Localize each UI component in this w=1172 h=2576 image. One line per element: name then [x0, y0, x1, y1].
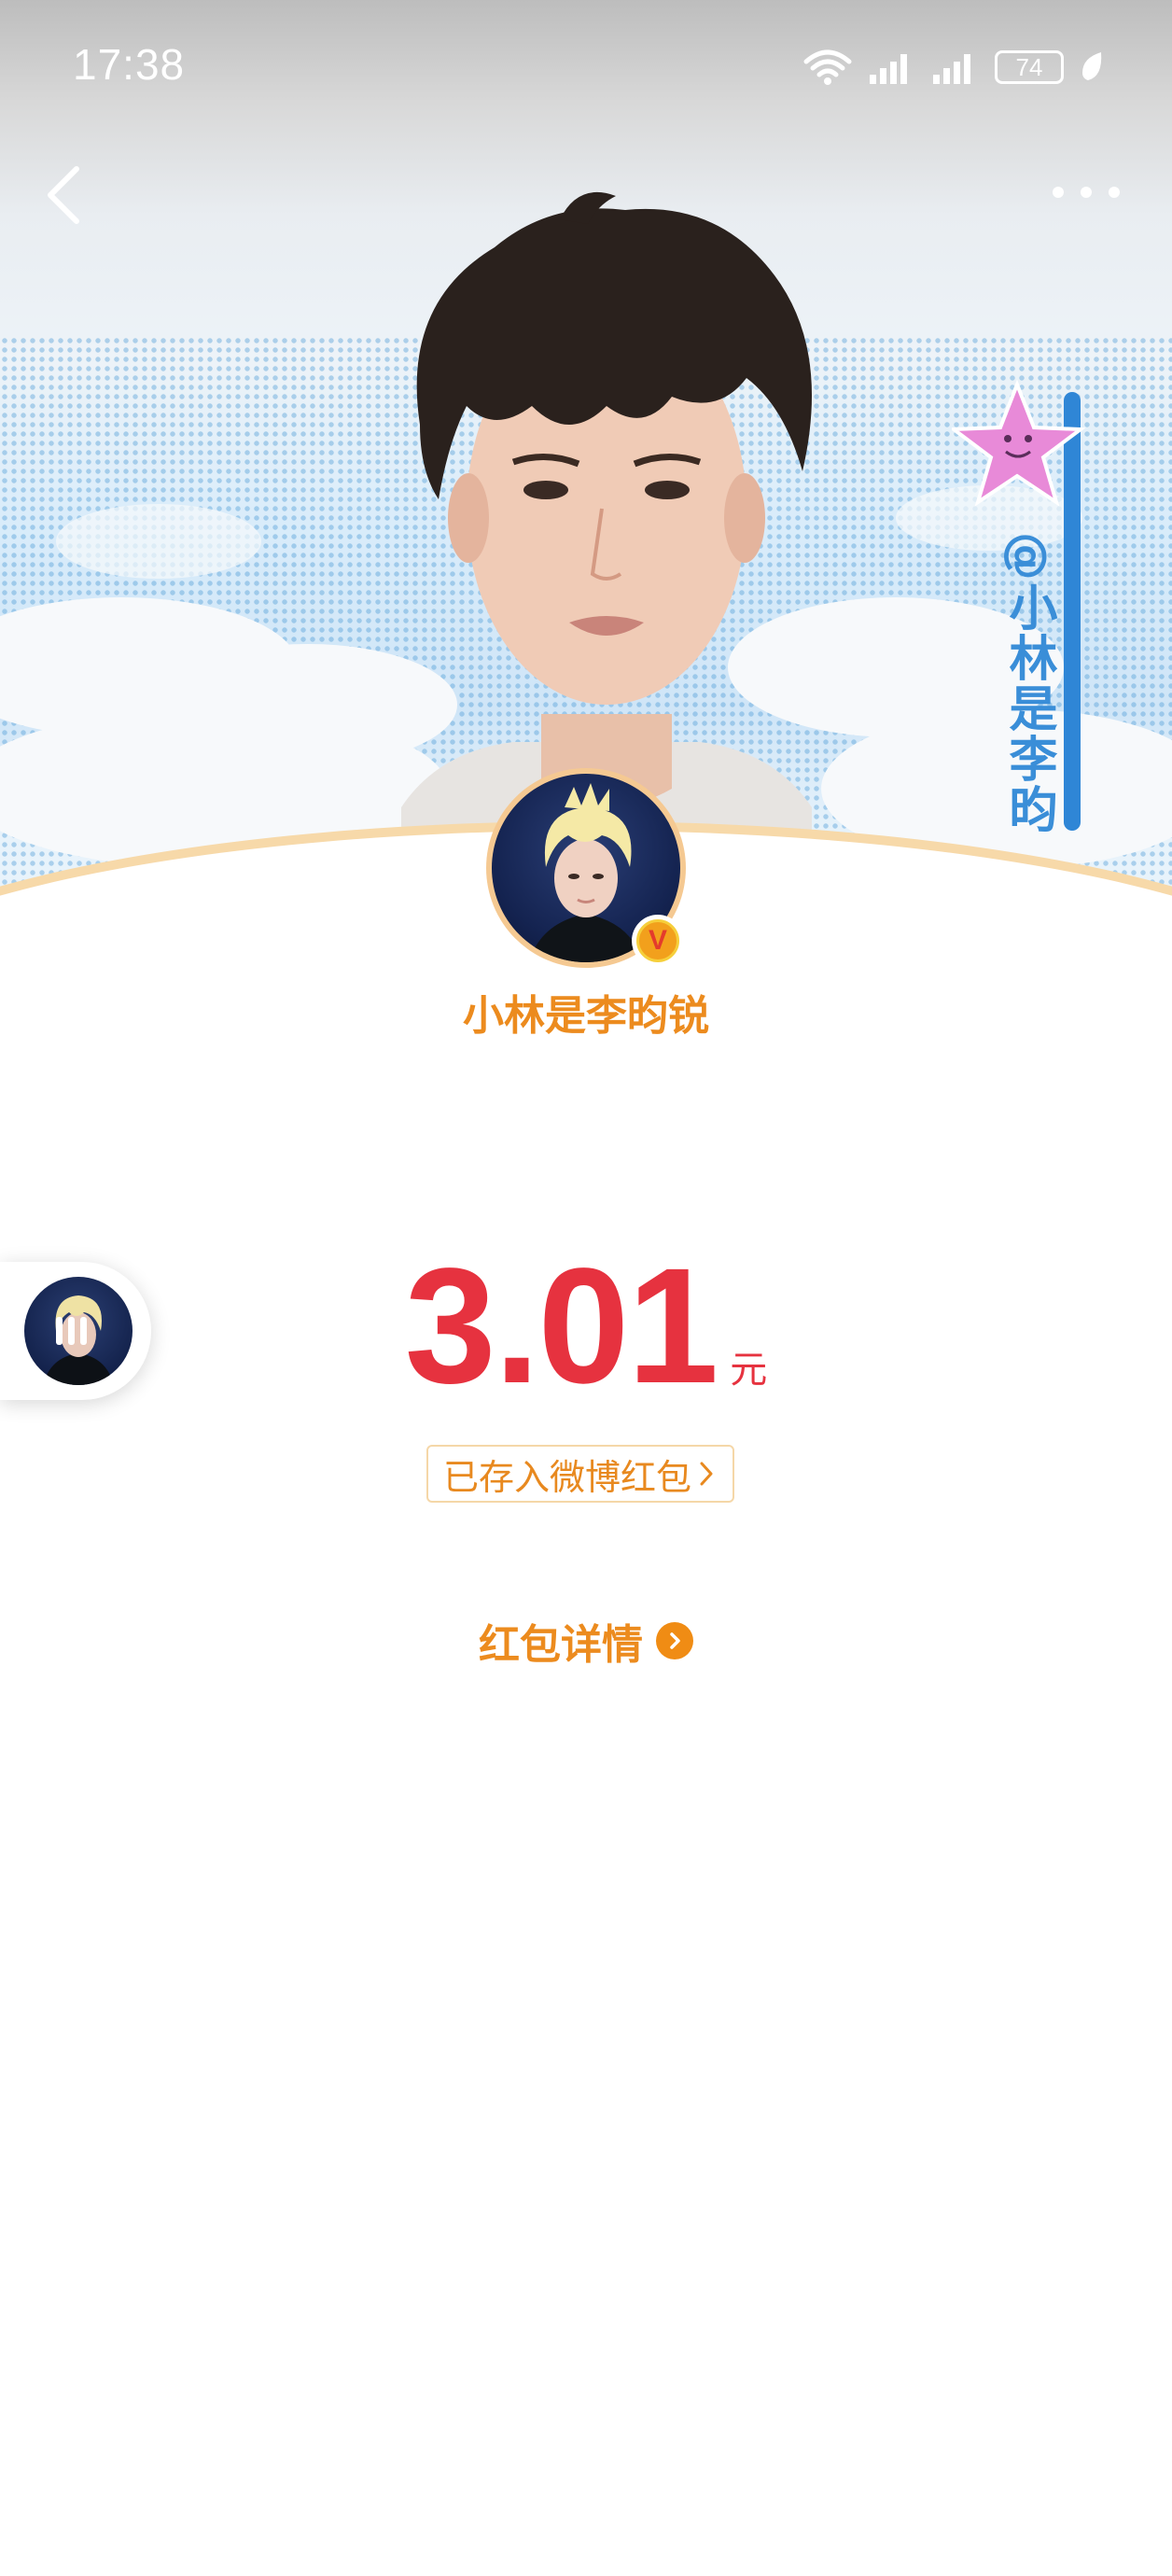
sender-name[interactable]: 小林是李昀锐: [0, 982, 1172, 1042]
red-packet-detail-link[interactable]: 红包详情: [0, 1611, 1172, 1671]
verified-badge: V: [632, 915, 684, 967]
back-icon[interactable]: [41, 163, 86, 227]
sticker-handle-text: @小林是李昀: [1000, 532, 1056, 834]
status-bar: 17:38 74: [0, 0, 1172, 131]
signal-icon: [933, 54, 970, 84]
more-dots-icon[interactable]: [1049, 179, 1123, 205]
status-time: 17:38: [73, 40, 186, 89]
leaf-icon: [1082, 52, 1102, 80]
saved-to-wallet-tag[interactable]: 已存入微博红包: [426, 1445, 735, 1503]
saved-label: 已存入微博红包: [443, 1456, 692, 1498]
detail-label: 红包详情: [479, 1621, 643, 1669]
pause-icon[interactable]: [56, 1317, 90, 1345]
arrow-right-circle-icon: [656, 1622, 693, 1659]
signal-icon: [870, 54, 907, 84]
status-icons: 74: [802, 39, 1105, 95]
amount-unit: 元: [730, 1349, 768, 1392]
battery-level: 74: [1015, 52, 1043, 81]
cloud: [56, 504, 261, 579]
chevron-right-icon: [700, 1462, 713, 1486]
amount-row: 3.01 元: [0, 1232, 1172, 1421]
verified-v-icon: V: [636, 919, 679, 962]
red-packet-amount: 3.01: [404, 1235, 719, 1418]
wifi-icon: [803, 49, 852, 85]
battery-icon: 74: [995, 50, 1064, 84]
floating-audio-player[interactable]: [0, 1262, 151, 1400]
